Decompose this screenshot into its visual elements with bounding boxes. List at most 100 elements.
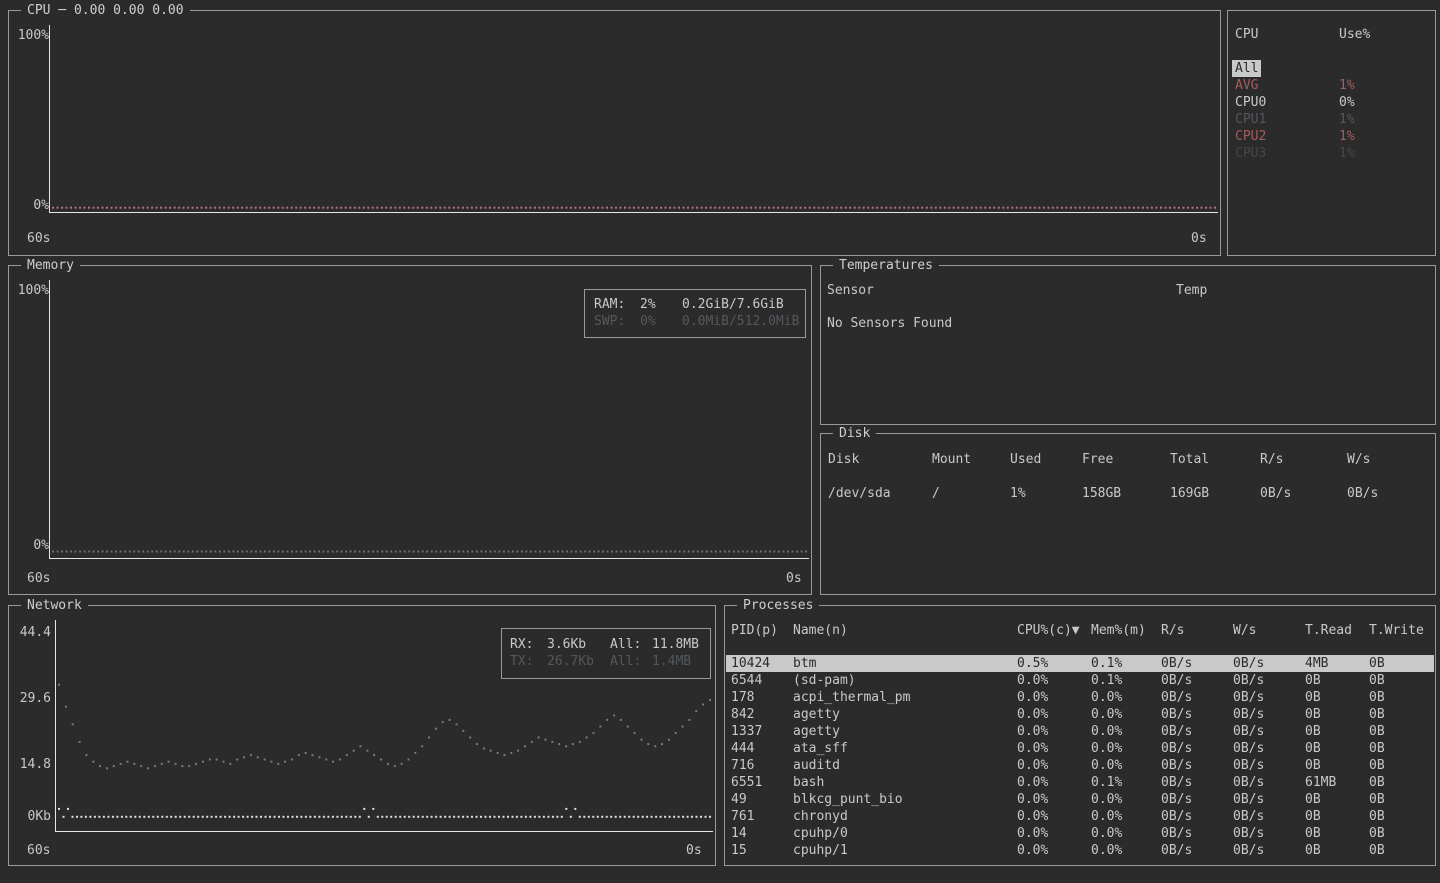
cpu-legend-entry-name: AVG [1235,77,1339,94]
process-cell-read-rate: 0B/s [1161,672,1233,689]
cpu-legend-row-cpu3[interactable]: CPU31% [1229,145,1434,162]
process-cell-mem-percent: 0.0% [1091,740,1161,757]
disk-cell-read-rate: 0B/s [1260,485,1347,502]
swap-value: 0.0MiB/512.0MiB [682,313,805,330]
process-cell-total-read: 0B [1305,825,1369,842]
process-cell-total-read: 0B [1305,723,1369,740]
process-column-cpu-percent[interactable]: CPU%(c)▼ [1017,622,1091,639]
process-row[interactable]: 10424btm0.5%0.1%0B/s0B/s4MB0B [726,655,1434,672]
process-cell-read-rate: 0B/s [1161,689,1233,706]
tx-label: TX: [510,653,547,670]
cpu-x-left-label: 60s [27,230,50,247]
cpu-legend-row-avg[interactable]: AVG1% [1229,77,1434,94]
cpu-legend-row-cpu0[interactable]: CPU00% [1229,94,1434,111]
process-row[interactable]: 178acpi_thermal_pm0.0%0.0%0B/s0B/s0B0B [726,689,1434,706]
cpu-legend-header-name: CPU [1235,26,1339,43]
cpu-panel[interactable]: CPU ─ 0.00 0.00 0.00 100% 0% 60s 0s [8,10,1221,256]
processes-panel[interactable]: Processes PID(p)Name(n)CPU%(c)▼Mem%(m)R/… [724,605,1436,866]
cpu-y-max-label: 100% [9,27,49,44]
process-cell-name: cpuhp/1 [793,842,1017,859]
cpu-legend-entry-use: 1% [1339,128,1434,145]
process-cell-total-write: 0B [1369,757,1434,774]
process-cell-read-rate: 0B/s [1161,757,1233,774]
memory-y-min-label: 0% [9,537,49,554]
process-row[interactable]: 14cpuhp/00.0%0.0%0B/s0B/s0B0B [726,825,1434,842]
disk-column-read-rate: R/s [1260,451,1347,468]
disk-cell-disk: /dev/sda [828,485,932,502]
network-y-label-4: 0Kb [11,808,51,825]
process-column-pid[interactable]: PID(p) [731,622,793,639]
process-cell-pid: 6544 [731,672,793,689]
process-column-write-rate[interactable]: W/s [1233,622,1305,639]
process-cell-pid: 761 [731,808,793,825]
process-column-total-write[interactable]: T.Write [1369,622,1434,639]
process-cell-pid: 49 [731,791,793,808]
process-column-read-rate[interactable]: R/s [1161,622,1233,639]
network-panel[interactable]: Network 44.4 29.6 14.8 0Kb RX: 3.6Kb All… [8,605,716,866]
cpu-x-right-label: 0s [1191,230,1207,247]
process-cell-pid: 842 [731,706,793,723]
process-cell-total-write: 0B [1369,672,1434,689]
cpu-legend-row-all[interactable]: All [1229,60,1434,77]
process-column-mem-percent[interactable]: Mem%(m) [1091,622,1161,639]
process-row[interactable]: 49blkcg_punt_bio0.0%0.0%0B/s0B/s0B0B [726,791,1434,808]
cpu-legend-panel[interactable]: CPU Use% AllAVG1%CPU00%CPU11%CPU21%CPU31… [1227,10,1436,256]
disk-cell-mount: / [932,485,1010,502]
cpu-title-separator: ─ [58,3,66,18]
cpu-legend-entry-name: CPU1 [1235,111,1339,128]
memory-panel[interactable]: Memory 100% 0% RAM: 2% 0.2GiB/7.6GiB SWP… [8,265,812,595]
cpu-legend-row-cpu2[interactable]: CPU21% [1229,128,1434,145]
process-cell-total-write: 0B [1369,723,1434,740]
disk-column-disk: Disk [828,451,932,468]
process-cell-name: cpuhp/0 [793,825,1017,842]
disk-cell-free: 158GB [1082,485,1170,502]
process-cell-read-rate: 0B/s [1161,723,1233,740]
process-row[interactable]: 15cpuhp/10.0%0.0%0B/s0B/s0B0B [726,842,1434,859]
disk-row[interactable]: /dev/sda/1%158GB169GB0B/s0B/s [822,485,1434,502]
process-column-name[interactable]: Name(n) [793,622,1017,639]
process-row[interactable]: 6544(sd-pam)0.0%0.1%0B/s0B/s0B0B [726,672,1434,689]
process-cell-cpu-percent: 0.0% [1017,842,1091,859]
process-row[interactable]: 444ata_sff0.0%0.0%0B/s0B/s0B0B [726,740,1434,757]
process-cell-cpu-percent: 0.0% [1017,689,1091,706]
cpu-panel-title: CPU ─ 0.00 0.00 0.00 [21,2,190,19]
process-cell-name: agetty [793,706,1017,723]
process-cell-write-rate: 0B/s [1233,723,1305,740]
process-cell-total-write: 0B [1369,706,1434,723]
rx-label: RX: [510,636,547,653]
process-row[interactable]: 1337agetty0.0%0.0%0B/s0B/s0B0B [726,723,1434,740]
process-cell-total-write: 0B [1369,808,1434,825]
process-cell-mem-percent: 0.1% [1091,774,1161,791]
cpu-legend-row-cpu1[interactable]: CPU11% [1229,111,1434,128]
disk-panel[interactable]: Disk DiskMountUsedFreeTotalR/sW/s /dev/s… [820,433,1436,595]
ram-label: RAM: [594,296,640,313]
process-cell-total-read: 0B [1305,689,1369,706]
process-cell-mem-percent: 0.0% [1091,723,1161,740]
disk-column-used: Used [1010,451,1082,468]
process-cell-total-read: 0B [1305,740,1369,757]
disk-panel-title: Disk [833,425,876,442]
process-cell-write-rate: 0B/s [1233,791,1305,808]
process-cell-total-read: 0B [1305,672,1369,689]
memory-x-left-label: 60s [27,570,50,587]
process-cell-mem-percent: 0.0% [1091,706,1161,723]
process-cell-pid: 1337 [731,723,793,740]
process-cell-total-read: 0B [1305,842,1369,859]
memory-legend: RAM: 2% 0.2GiB/7.6GiB SWP: 0% 0.0MiB/512… [584,289,806,338]
temperatures-panel[interactable]: Temperatures Sensor Temp No Sensors Foun… [820,265,1436,425]
temperatures-header-temp: Temp [1176,282,1207,299]
process-row[interactable]: 6551bash0.0%0.1%0B/s0B/s61MB0B [726,774,1434,791]
disk-column-write-rate: W/s [1347,451,1434,468]
process-row[interactable]: 842agetty0.0%0.0%0B/s0B/s0B0B [726,706,1434,723]
memory-panel-title: Memory [21,257,80,274]
disk-rows: /dev/sda/1%158GB169GB0B/s0B/s [822,485,1434,502]
process-column-total-read[interactable]: T.Read [1305,622,1369,639]
memory-legend-swap-row: SWP: 0% 0.0MiB/512.0MiB [585,313,805,330]
memory-x-right-label: 0s [786,570,802,587]
process-cell-pid: 6551 [731,774,793,791]
process-cell-total-read: 0B [1305,706,1369,723]
temperatures-empty-message: No Sensors Found [827,315,952,332]
cpu-legend-entry-name: CPU0 [1235,94,1339,111]
process-row[interactable]: 716auditd0.0%0.0%0B/s0B/s0B0B [726,757,1434,774]
process-row[interactable]: 761chronyd0.0%0.0%0B/s0B/s0B0B [726,808,1434,825]
